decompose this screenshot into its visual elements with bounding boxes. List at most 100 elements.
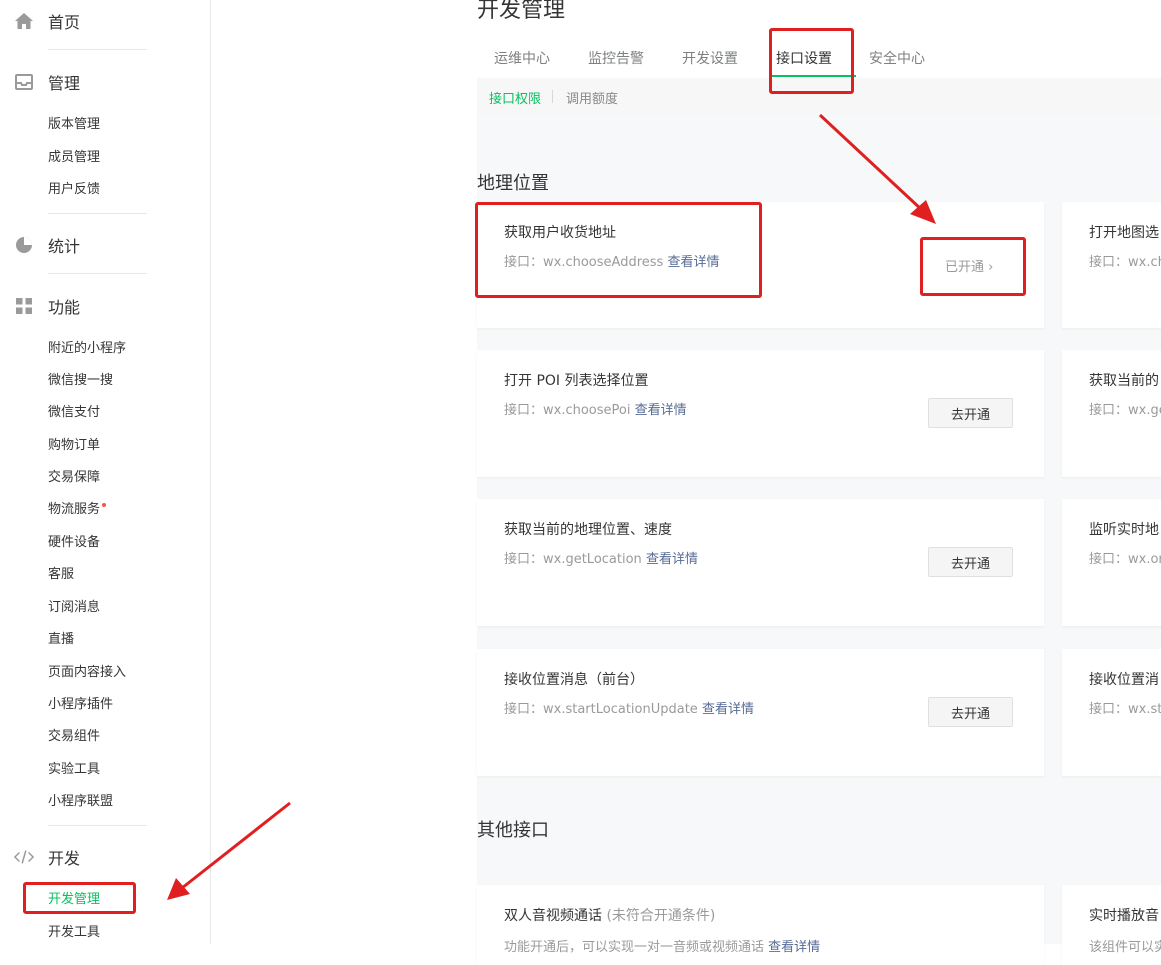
details-link[interactable]: 查看详情 — [635, 403, 687, 418]
sidebar-item-content[interactable]: 页面内容接入 — [48, 664, 126, 682]
sidebar-item-nearby[interactable]: 附近的小程序 — [48, 340, 126, 358]
api-name: 接口：wx.getLocation — [504, 552, 642, 567]
api-card-desc: 接口：wx.startLocationUpdate 查看详情 — [504, 698, 754, 717]
sidebar-item-hardware[interactable]: 硬件设备 — [48, 534, 100, 552]
api-card: 接收位置消 接口：wx.sta — [1062, 649, 1161, 776]
api-card-title: 获取当前的 — [1089, 373, 1159, 389]
api-card-title: 打开地图选 — [1089, 225, 1159, 241]
nav-home[interactable]: 首页 — [14, 9, 80, 33]
api-card-desc: 接口：wx.choosePoi 查看详情 — [504, 399, 687, 418]
subtab-bar: 接口权限 调用额度 — [477, 78, 1161, 114]
notification-dot — [102, 503, 107, 507]
details-link[interactable]: 查看详情 — [702, 702, 754, 717]
sidebar-item-pay[interactable]: 微信支付 — [48, 404, 100, 422]
sidebar-item-members[interactable]: 成员管理 — [48, 149, 100, 167]
subtab-quota[interactable]: 调用额度 — [566, 88, 618, 107]
api-card: 获取当前的地理位置、速度 接口：wx.getLocation 查看详情 去开通 — [477, 499, 1044, 626]
api-card-desc: 接口：wx.chooseAddress 查看详情 — [504, 251, 719, 270]
sidebar-item-live[interactable]: 直播 — [48, 631, 74, 649]
nav-stats-label: 统计 — [48, 237, 81, 256]
sidebar-item-trade-component[interactable]: 交易组件 — [48, 728, 100, 746]
api-name: 接口：wx.startLocationUpdate — [504, 702, 698, 717]
sidebar-item-logistics[interactable]: 物流服务 — [48, 501, 107, 519]
api-card-title: 打开 POI 列表选择位置 — [504, 373, 649, 389]
nav-stats[interactable]: 统计 — [14, 233, 80, 257]
sidebar-item-orders[interactable]: 购物订单 — [48, 437, 100, 455]
tab-dev-settings[interactable]: 开发设置 — [682, 48, 738, 68]
divider — [48, 213, 147, 214]
sidebar-item-search[interactable]: 微信搜一搜 — [48, 372, 113, 390]
sidebar-item-lab[interactable]: 实验工具 — [48, 761, 100, 779]
activate-button[interactable]: 去开通 — [928, 547, 1013, 577]
api-card-desc: 接口：wx.sta — [1089, 702, 1161, 717]
activate-button[interactable]: 去开通 — [928, 398, 1013, 428]
api-card: 双人音视频通话 (未符合开通条件) 功能开通后，可以实现一对一音频或视频通话 查… — [477, 885, 1044, 965]
opened-status[interactable]: 已开通 › — [945, 256, 993, 275]
nav-features[interactable]: 功能 — [14, 294, 80, 318]
divider — [48, 825, 147, 826]
api-name: 接口：wx.chooseAddress — [504, 255, 664, 270]
api-card-title: 接收位置消息（前台） — [504, 672, 644, 688]
api-card-desc: 接口：wx.on — [1089, 552, 1161, 567]
nav-dev-label: 开发 — [48, 849, 81, 868]
condition-note: (未符合开通条件) — [606, 908, 716, 924]
sidebar-item-version[interactable]: 版本管理 — [48, 116, 100, 134]
section-title-geo: 地理位置 — [477, 173, 549, 194]
api-card: 接收位置消息（前台） 接口：wx.startLocationUpdate 查看详… — [477, 649, 1044, 776]
api-desc-text: 功能开通后，可以实现一对一音频或视频通话 — [504, 940, 765, 955]
divider — [48, 49, 147, 50]
home-icon — [14, 11, 34, 31]
inbox-icon — [14, 72, 34, 92]
grid-icon — [14, 296, 34, 316]
details-link[interactable]: 查看详情 — [768, 940, 820, 955]
sidebar-item-trade-guarantee[interactable]: 交易保障 — [48, 469, 100, 487]
api-card-desc: 接口：wx.ch — [1089, 255, 1161, 270]
api-card-desc: 功能开通后，可以实现一对一音频或视频通话 查看详情 — [504, 936, 820, 955]
subtab-separator — [552, 90, 553, 103]
api-card-desc: 接口：wx.getLocation 查看详情 — [504, 548, 698, 567]
sidebar-item-feedback[interactable]: 用户反馈 — [48, 181, 100, 199]
section-title-other: 其他接口 — [477, 820, 549, 841]
divider — [48, 273, 147, 274]
main-area: 开发管理 运维中心 监控告警 开发设置 接口设置 安全中心 接口权限 调用额度 … — [211, 0, 1161, 965]
sidebar: 首页 管理 版本管理 成员管理 用户反馈 统计 功能 附近的小程序 微信搜一搜 … — [0, 0, 211, 944]
api-card: 实时播放音 该组件可以实 — [1062, 885, 1161, 965]
api-card-desc: 该组件可以实 — [1089, 940, 1161, 955]
api-name: 接口：wx.choosePoi — [504, 403, 631, 418]
tab-api-settings[interactable]: 接口设置 — [776, 48, 832, 68]
activate-button[interactable]: 去开通 — [928, 697, 1013, 727]
api-card-title: 实时播放音 — [1089, 908, 1159, 924]
tab-ops[interactable]: 运维中心 — [494, 48, 550, 68]
api-card: 打开地图选 接口：wx.ch — [1062, 202, 1161, 328]
api-card-title: 监听实时地 — [1089, 522, 1159, 538]
details-link[interactable]: 查看详情 — [667, 255, 719, 270]
pie-chart-icon — [14, 235, 34, 255]
api-card-title: 接收位置消 — [1089, 672, 1159, 688]
details-link[interactable]: 查看详情 — [646, 552, 698, 567]
api-card: 监听实时地 接口：wx.on — [1062, 499, 1161, 626]
nav-dev[interactable]: 开发 — [14, 845, 80, 869]
code-icon — [14, 847, 34, 867]
sidebar-item-union[interactable]: 小程序联盟 — [48, 793, 113, 811]
nav-manage[interactable]: 管理 — [14, 70, 80, 94]
sidebar-item-dev-manage[interactable]: 开发管理 — [48, 891, 100, 909]
subtab-permissions[interactable]: 接口权限 — [489, 88, 541, 107]
tab-security[interactable]: 安全中心 — [869, 48, 925, 68]
sidebar-item-service[interactable]: 客服 — [48, 566, 74, 584]
tab-bar: 运维中心 监控告警 开发设置 接口设置 安全中心 — [477, 38, 1161, 79]
page-title: 开发管理 — [477, 0, 566, 23]
active-tab-indicator — [772, 75, 856, 77]
api-card-title-text: 双人音视频通话 — [504, 908, 602, 924]
sidebar-item-subscribe[interactable]: 订阅消息 — [48, 599, 100, 617]
api-card: 获取当前的 接口：wx.ge — [1062, 350, 1161, 477]
api-card-desc: 接口：wx.ge — [1089, 403, 1161, 418]
sidebar-item-dev-tools[interactable]: 开发工具 — [48, 924, 100, 942]
sidebar-item-logistics-label: 物流服务 — [48, 502, 101, 517]
nav-manage-label: 管理 — [48, 74, 81, 93]
nav-home-label: 首页 — [48, 13, 81, 32]
sidebar-item-plugins[interactable]: 小程序插件 — [48, 696, 113, 714]
api-card: 打开 POI 列表选择位置 接口：wx.choosePoi 查看详情 去开通 — [477, 350, 1044, 477]
api-card-title: 双人音视频通话 (未符合开通条件) — [504, 905, 715, 925]
nav-features-label: 功能 — [48, 298, 81, 317]
tab-monitor[interactable]: 监控告警 — [588, 48, 644, 68]
